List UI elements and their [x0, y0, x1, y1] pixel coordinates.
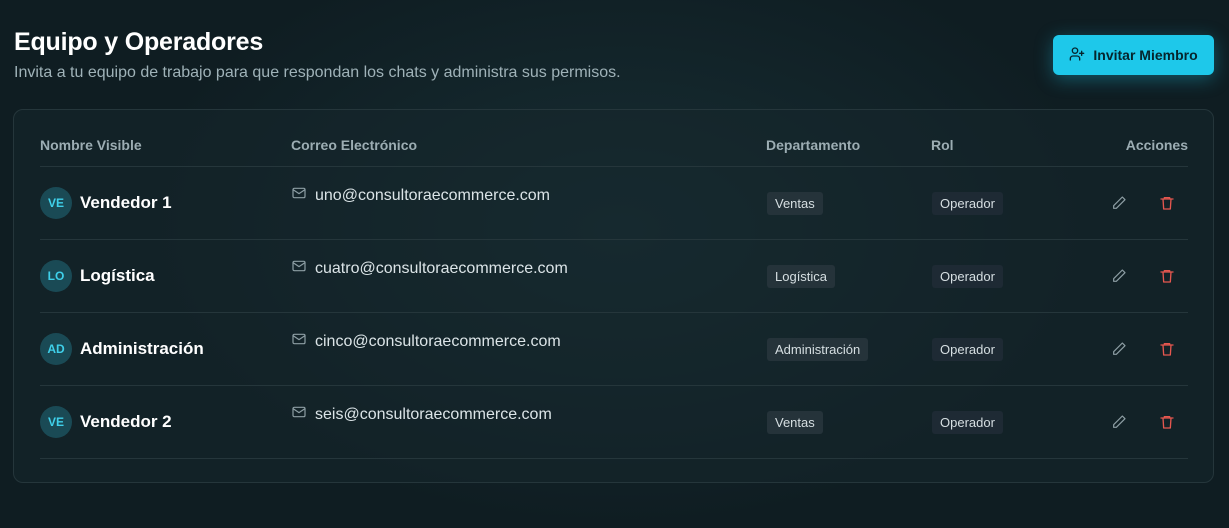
avatar: AD	[40, 333, 72, 365]
avatar: LO	[40, 260, 72, 292]
member-name: Administración	[80, 339, 204, 358]
page-subtitle: Invita a tu equipo de trabajo para que r…	[14, 64, 621, 81]
invite-member-button[interactable]: Invitar Miembro	[1053, 35, 1214, 75]
table-row: VE Vendedor 2 seis@consultoraecommerce.c…	[40, 386, 1188, 459]
pencil-icon[interactable]	[1110, 267, 1128, 285]
pencil-icon[interactable]	[1110, 194, 1128, 212]
page-header: Equipo y Operadores Invita a tu equipo d…	[14, 28, 1214, 88]
email-cell: uno@consultoraecommerce.com	[291, 185, 550, 206]
mail-icon	[291, 331, 307, 352]
member-email: uno@consultoraecommerce.com	[315, 186, 551, 204]
trash-icon[interactable]	[1158, 267, 1176, 285]
member-email: cuatro@consultoraecommerce.com	[315, 259, 568, 277]
member-name: Vendedor 1	[80, 193, 172, 212]
role-badge: Operador	[932, 192, 1003, 215]
member-email: seis@consultoraecommerce.com	[315, 405, 552, 423]
column-header-department: Departamento	[766, 137, 861, 153]
members-table: Nombre Visible Correo Electrónico Depart…	[13, 109, 1214, 483]
role-badge: Operador	[932, 338, 1003, 361]
pencil-icon[interactable]	[1110, 413, 1128, 431]
table-row: LO Logística cuatro@consultoraecommerce.…	[40, 240, 1188, 313]
column-header-email: Correo Electrónico	[291, 137, 418, 153]
member-name: Vendedor 2	[80, 412, 172, 431]
table-row: VE Vendedor 1 uno@consultoraecommerce.co…	[40, 167, 1188, 240]
user-plus-icon	[1069, 46, 1085, 65]
pencil-icon[interactable]	[1110, 340, 1128, 358]
mail-icon	[291, 404, 307, 425]
avatar: VE	[40, 187, 72, 219]
role-badge: Operador	[932, 265, 1003, 288]
trash-icon[interactable]	[1158, 194, 1176, 212]
trash-icon[interactable]	[1158, 340, 1176, 358]
column-header-actions: Acciones	[1125, 137, 1188, 153]
department-badge: Logística	[767, 265, 836, 288]
table-row: AD Administración cinco@consultoraecomme…	[40, 313, 1188, 386]
invite-member-label: Invitar Miembro	[1093, 47, 1198, 63]
column-header-role: Rol	[931, 137, 954, 153]
email-cell: cuatro@consultoraecommerce.com	[291, 258, 568, 279]
mail-icon	[291, 258, 307, 279]
member-email: cinco@consultoraecommerce.com	[315, 332, 561, 350]
department-badge: Ventas	[767, 192, 823, 215]
member-name: Logística	[80, 266, 155, 285]
department-badge: Administración	[767, 338, 869, 361]
email-cell: seis@consultoraecommerce.com	[291, 404, 552, 425]
department-badge: Ventas	[767, 411, 823, 434]
trash-icon[interactable]	[1158, 413, 1176, 431]
page-title: Equipo y Operadores	[14, 28, 264, 56]
mail-icon	[291, 185, 307, 206]
role-badge: Operador	[932, 411, 1003, 434]
column-header-name: Nombre Visible	[40, 137, 142, 153]
avatar: VE	[40, 406, 72, 438]
table-header: Nombre Visible Correo Electrónico Depart…	[40, 110, 1188, 167]
email-cell: cinco@consultoraecommerce.com	[291, 331, 561, 352]
